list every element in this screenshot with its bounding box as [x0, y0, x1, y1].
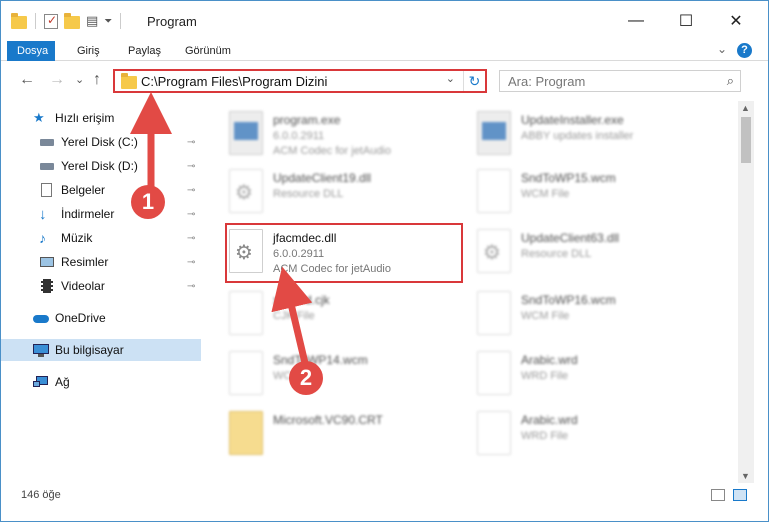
file-explorer-window: ▤ ⏷ Program — ☐ ✕ Dosya Giriş Paylaş Gör… [0, 0, 769, 522]
step-1-badge: 1 [131, 185, 165, 219]
annotation-arrows [130, 92, 313, 364]
arrow-2 [271, 266, 313, 364]
step-2-badge: 2 [289, 361, 323, 395]
